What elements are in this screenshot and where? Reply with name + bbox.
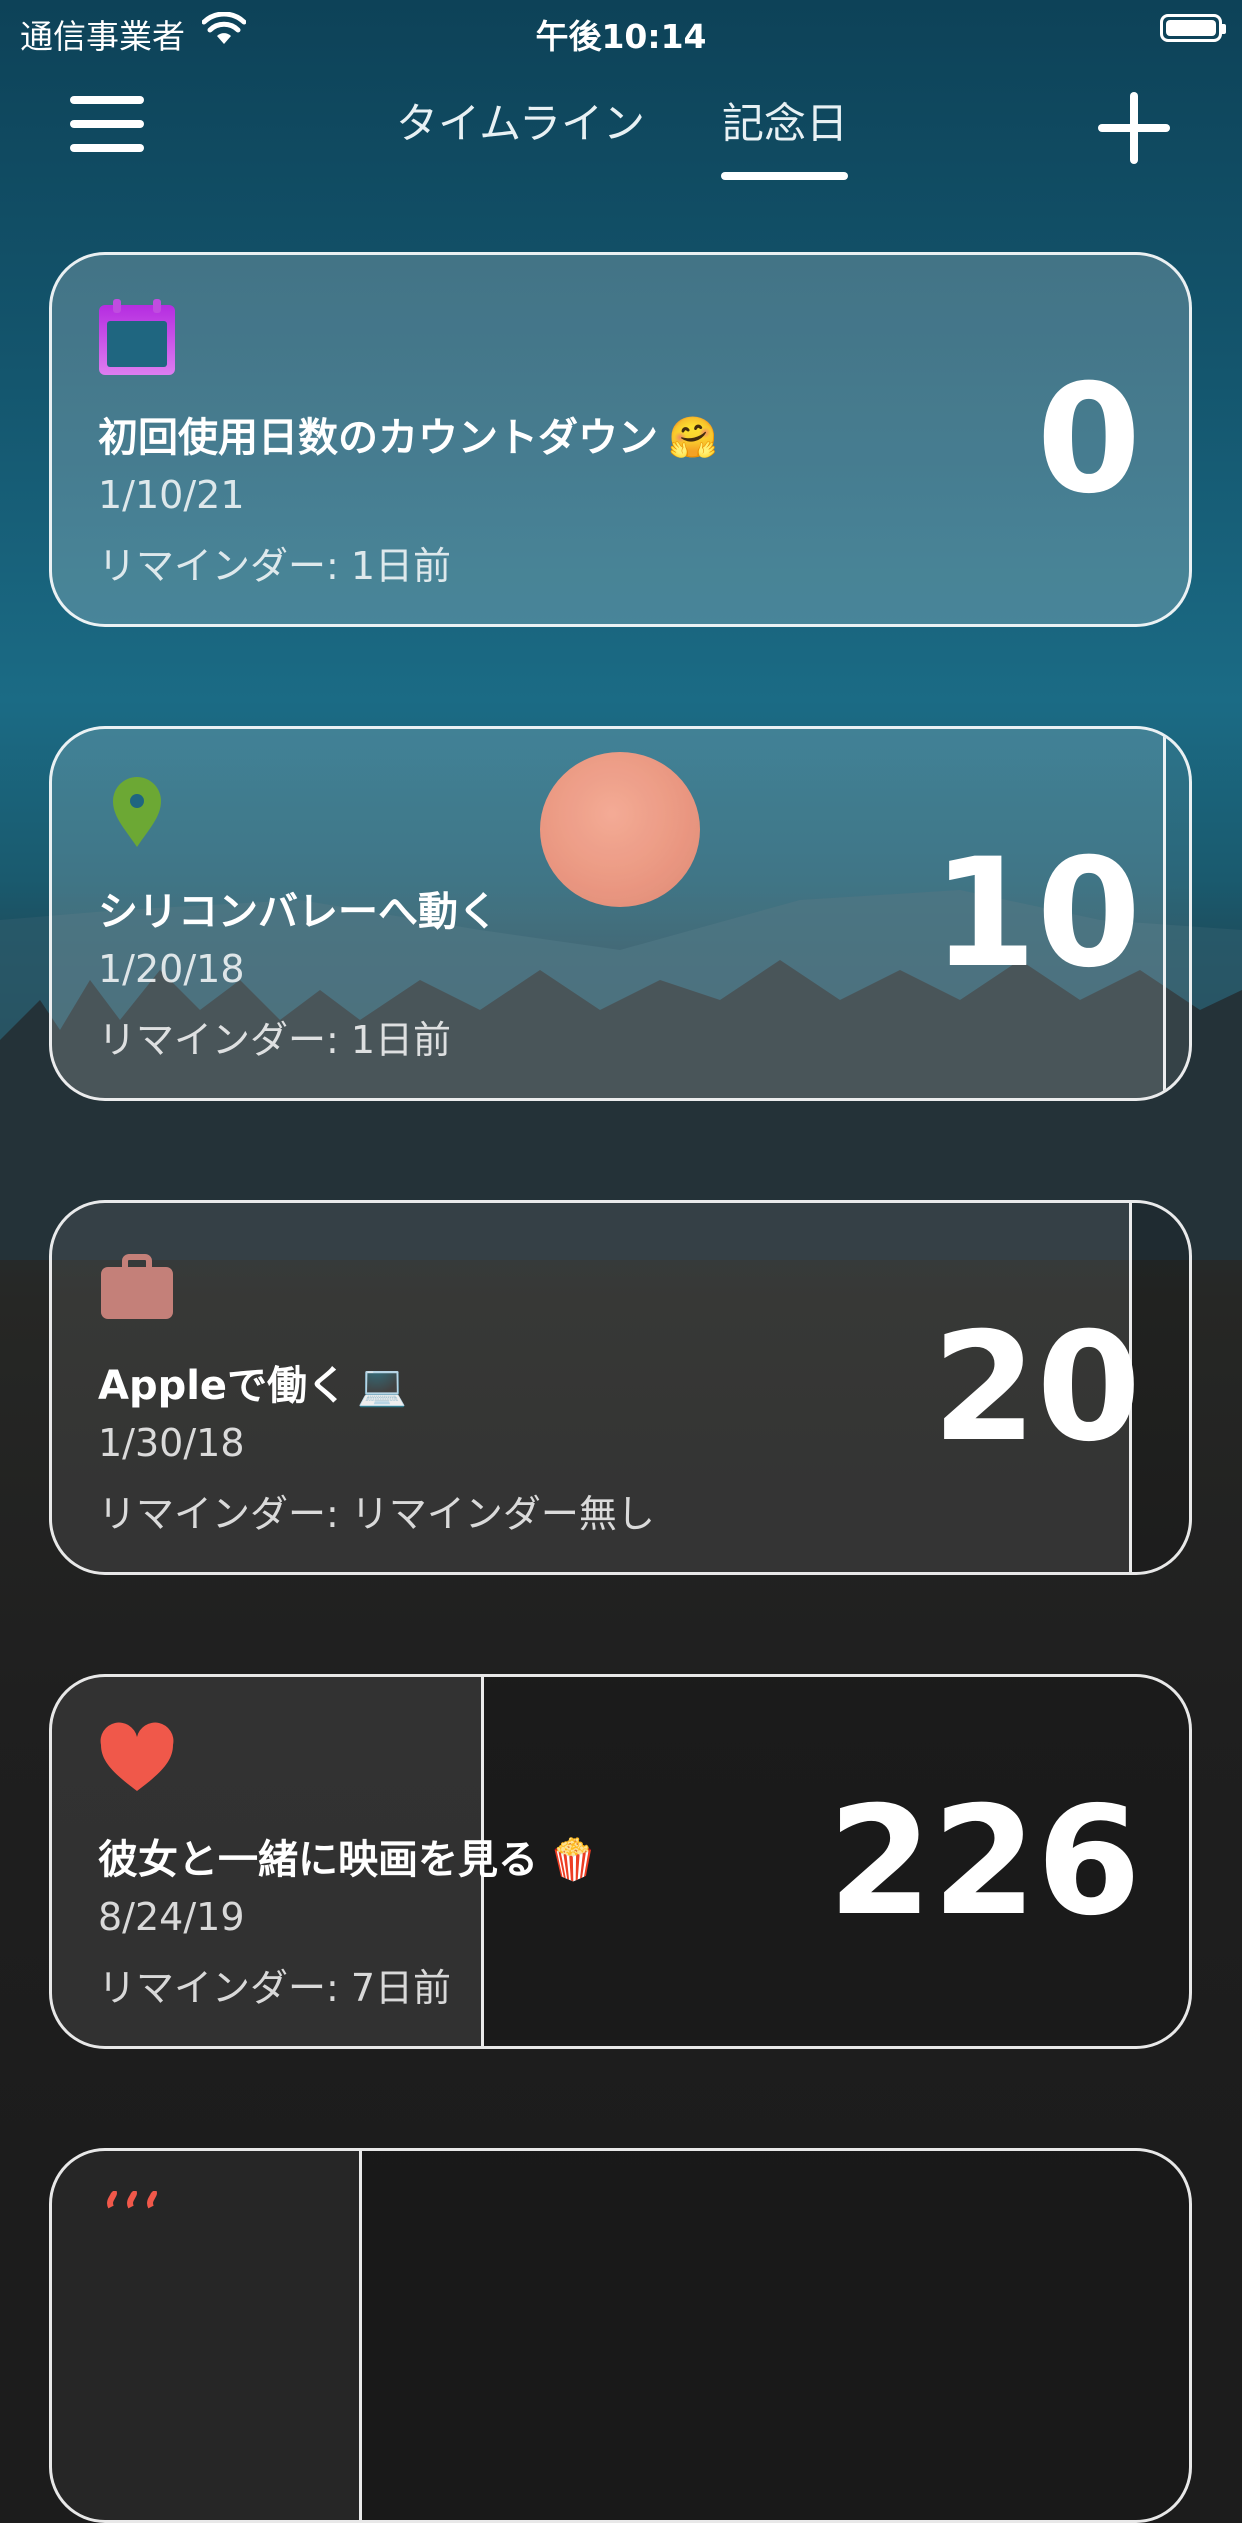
event-reminder: リマインダー: 1日前 [98,544,452,588]
active-tab-indicator [721,172,848,180]
event-date: 1/20/18 [98,947,245,991]
event-title: 初回使用日数のカウントダウン 🤗 [98,415,718,461]
status-bar: 通信事業者 午後10:14 [0,0,1242,60]
event-card[interactable]: 彼女と一緒に映画を見る 🍿 8/24/19 リマインダー: 7日前 226 [49,1674,1192,2049]
event-reminder: リマインダー: リマインダー無し [98,1492,655,1536]
tab-timeline[interactable]: タイムライン [396,90,645,151]
event-title: シリコンバレーへ動く [98,889,498,935]
days-count: 0 [1036,353,1141,527]
flame-icon [107,2191,157,2209]
heart-icon [100,1722,174,1791]
event-emoji: 🤗 [668,415,718,461]
event-emoji: 💻 [357,1363,407,1409]
event-card[interactable]: 初回使用日数のカウントダウン 🤗 1/10/21 リマインダー: 1日前 0 [49,252,1192,627]
event-reminder: リマインダー: 7日前 [98,1966,452,2010]
top-navigation: タイムライン 記念日 [0,70,1242,190]
days-count: 10 [932,827,1141,1001]
event-title: 彼女と一緒に映画を見る 🍿 [98,1837,598,1883]
clock: 午後10:14 [535,17,707,56]
event-date: 1/10/21 [98,473,245,517]
battery-icon [1160,14,1226,42]
event-title: Appleで働く 💻 [98,1363,407,1409]
days-count: 226 [827,1775,1141,1949]
tab-anniversary[interactable]: 記念日 [722,90,848,151]
event-card[interactable]: Appleで働く 💻 1/30/18 リマインダー: リマインダー無し 20 [49,1200,1192,1575]
event-date: 8/24/19 [98,1895,245,1939]
briefcase-icon [101,1254,173,1319]
hamburger-icon [70,96,144,104]
map-pin-icon [113,777,161,847]
days-count: 20 [932,1301,1141,1475]
menu-button[interactable] [70,92,144,156]
add-button[interactable] [1098,92,1170,164]
event-date: 1/30/18 [98,1421,245,1465]
event-card[interactable] [49,2148,1192,2523]
event-reminder: リマインダー: 1日前 [98,1018,452,1062]
event-emoji: 🍿 [548,1837,598,1883]
event-card[interactable]: シリコンバレーへ動く 1/20/18 リマインダー: 1日前 10 [49,726,1192,1101]
calendar-icon [99,299,175,375]
